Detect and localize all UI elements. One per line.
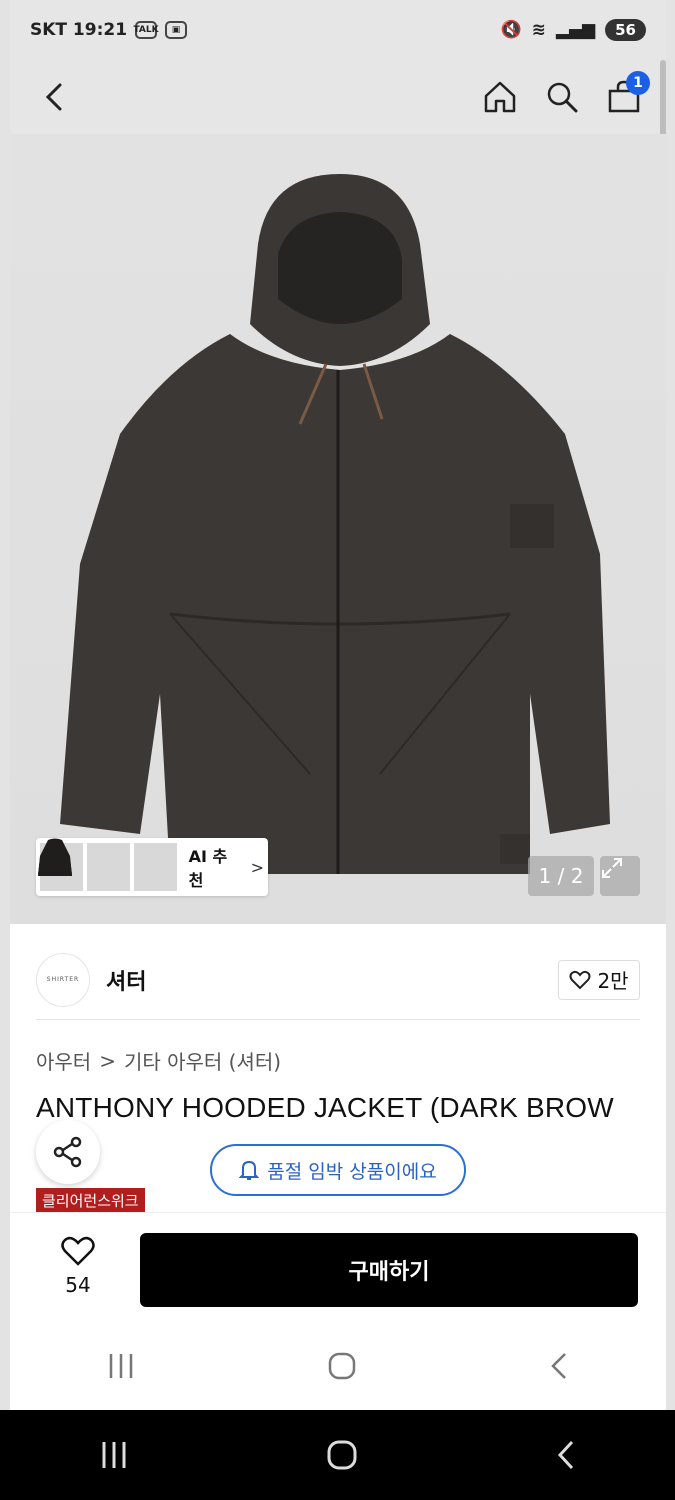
back-nav-icon[interactable]	[554, 1438, 578, 1472]
brand-logo-text: SHIRTER	[46, 976, 80, 983]
cart-button[interactable]: 1	[604, 71, 650, 117]
talk-icon: TALK	[133, 21, 159, 39]
buy-button[interactable]: 구매하기	[140, 1233, 638, 1307]
recent-apps-icon[interactable]	[98, 1440, 130, 1470]
share-icon	[53, 1136, 82, 1168]
share-button[interactable]	[36, 1120, 100, 1184]
chevron-right-icon: >	[99, 1048, 116, 1073]
breadcrumb-item[interactable]: 기타 아우터 (셔터)	[124, 1046, 281, 1075]
device-nav-bar	[0, 1410, 675, 1500]
image-counter: 1 / 2	[528, 856, 594, 896]
home-button[interactable]	[480, 77, 520, 117]
breadcrumb-item[interactable]: 아우터	[36, 1046, 91, 1075]
promo-tag: 클리어런스위크	[36, 1188, 145, 1212]
brand-like-count: 2만	[597, 969, 629, 993]
home-nav-icon[interactable]	[326, 1350, 358, 1382]
status-bar: SKT 19:21 TALK ▣ 🔇 ≋ ▂▄▆ 56	[10, 0, 666, 60]
carrier-time: SKT 19:21	[30, 20, 128, 40]
product-image-gallery[interactable]: AI 추천 > 1 / 2	[10, 134, 666, 924]
brand-row: SHIRTER 셔터 2만	[36, 940, 640, 1020]
breadcrumb: 아우터 > 기타 아우터 (셔터)	[36, 1046, 281, 1075]
search-icon	[547, 82, 578, 113]
soldout-notice-text: 품절 임박 상품이에요	[267, 1160, 437, 1183]
notification-icon: ▣	[165, 21, 188, 39]
brand-like-button[interactable]: 2만	[558, 959, 640, 1000]
brand-logo[interactable]: SHIRTER	[36, 952, 90, 1007]
ai-recommend-strip[interactable]: AI 추천 >	[36, 838, 268, 896]
jacket-thumbnail-icon	[38, 838, 72, 876]
heart-icon	[61, 1236, 95, 1266]
bell-icon	[239, 1160, 260, 1180]
signal-icon: ▂▄▆	[555, 20, 596, 40]
soldout-notice-button[interactable]: 품절 임박 상품이에요	[210, 1144, 466, 1196]
wishlist-count: 54	[65, 1273, 91, 1297]
recommend-thumbnail[interactable]	[38, 842, 130, 891]
cart-count-badge: 1	[626, 71, 650, 95]
chevron-right-icon: >	[250, 857, 265, 877]
ai-recommend-label: AI 추천	[188, 847, 228, 890]
back-arrow-icon	[45, 83, 62, 111]
home-icon	[484, 81, 516, 113]
mute-icon: 🔇	[500, 20, 522, 40]
app-screen: SKT 19:21 TALK ▣ 🔇 ≋ ▂▄▆ 56 1 AI 추천 > 1 …	[10, 0, 666, 1410]
bottom-action-bar: 54 구매하기	[10, 1212, 666, 1322]
home-nav-icon[interactable]	[325, 1438, 359, 1472]
back-nav-icon[interactable]	[547, 1350, 571, 1382]
heart-icon	[569, 970, 591, 989]
recommend-thumbnail[interactable]	[38, 838, 177, 891]
top-app-bar: 1	[10, 60, 666, 134]
product-title: ANTHONY HOODED JACKET (DARK BROW	[36, 1092, 614, 1123]
battery-indicator: 56	[605, 19, 646, 41]
system-nav-bar	[10, 1322, 666, 1410]
wishlist-button[interactable]: 54	[50, 1235, 106, 1297]
brand-name[interactable]: 셔터	[106, 964, 146, 996]
product-photo-jacket	[60, 174, 610, 874]
recent-apps-icon[interactable]	[105, 1352, 137, 1380]
search-button[interactable]	[542, 77, 582, 117]
wifi-icon: ≋	[531, 20, 546, 40]
back-button[interactable]	[32, 75, 76, 119]
expand-icon	[602, 858, 622, 878]
expand-image-button[interactable]	[600, 856, 640, 896]
